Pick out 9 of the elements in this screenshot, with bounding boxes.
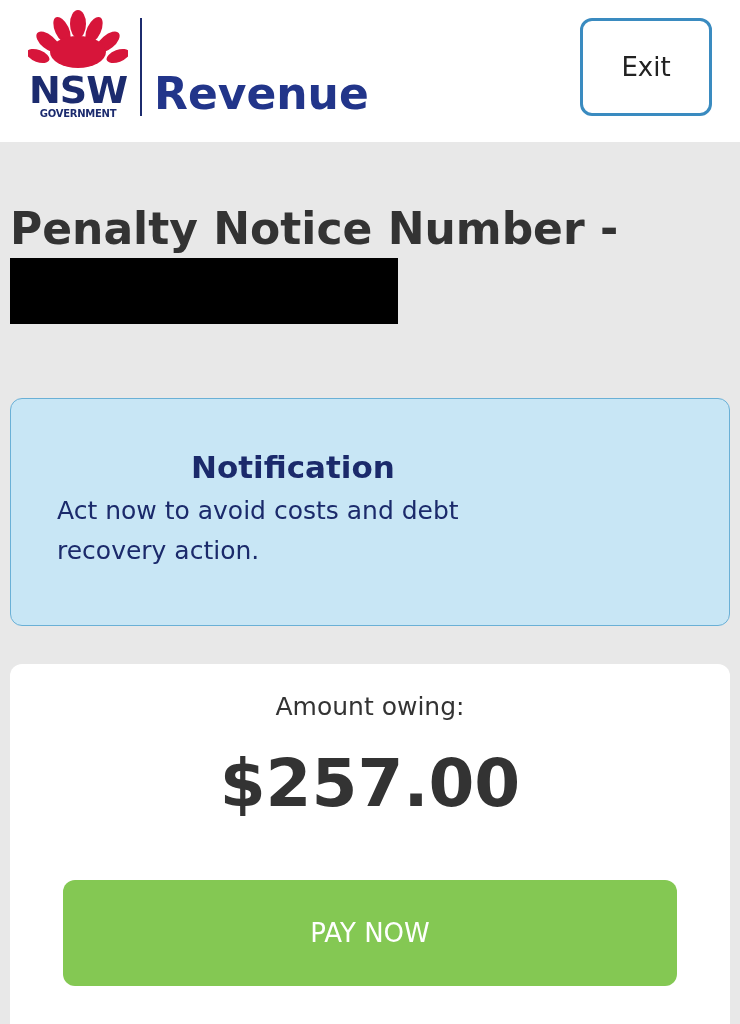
page-heading: Penalty Notice Number -: [10, 204, 620, 254]
notification-title: Notification: [190, 448, 396, 487]
amount-label: Amount owing:: [275, 691, 465, 723]
logo-text: NSW: [28, 72, 128, 108]
amount-value: $257.00: [219, 744, 521, 824]
notification-message: Act now to avoid costs and debt recovery action.: [57, 495, 460, 567]
logo-subtext: GOVERNMENT: [39, 108, 117, 120]
site-name: Revenue: [154, 70, 369, 118]
exit-button[interactable]: Exit: [580, 18, 712, 116]
